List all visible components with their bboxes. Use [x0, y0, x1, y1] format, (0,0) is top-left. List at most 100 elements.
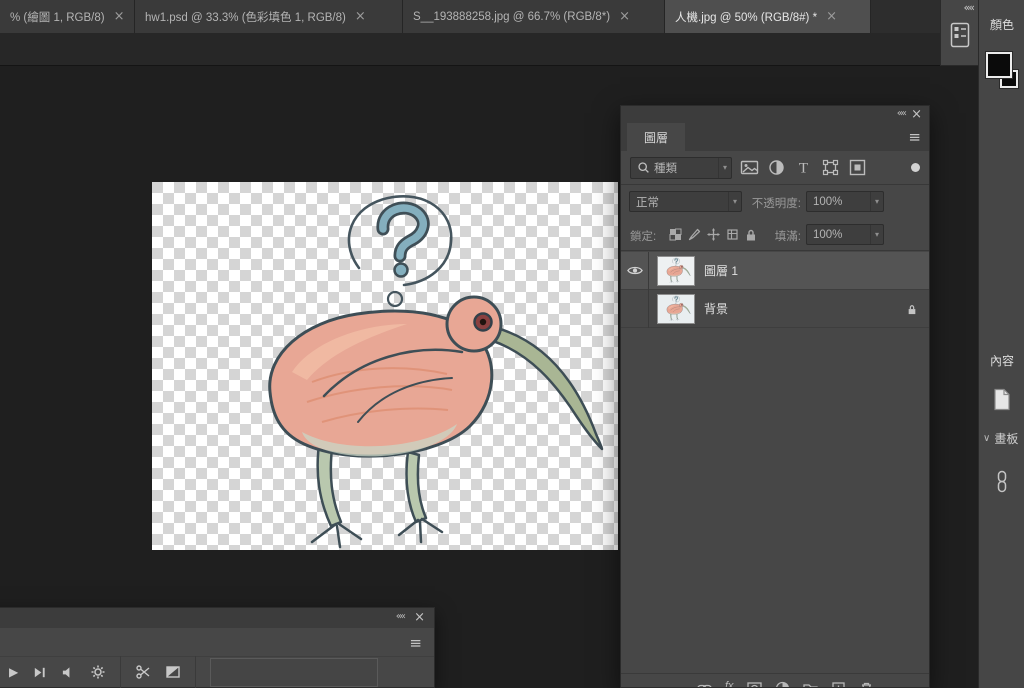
lock-pixels-icon[interactable]: [688, 228, 701, 241]
chevron-down-icon: ∨: [983, 433, 991, 444]
document-tab[interactable]: hw1.psd @ 33.3% (色彩填色 1, RGB/8) ×: [135, 0, 403, 33]
new-layer-icon[interactable]: [831, 681, 846, 688]
svg-text:T: T: [799, 161, 808, 177]
audio-icon[interactable]: [61, 665, 76, 680]
opacity-select[interactable]: 100% ▾: [806, 191, 884, 212]
layer-thumbnail[interactable]: [657, 293, 695, 324]
chevron-down-icon: ▾: [727, 192, 741, 211]
lock-buttons: [669, 228, 757, 242]
document-tab-bar: % (繪圖 1, RGB/8) × hw1.psd @ 33.3% (色彩填色 …: [0, 0, 940, 33]
close-tab-icon[interactable]: ×: [619, 10, 630, 23]
visibility-toggle[interactable]: [621, 251, 649, 290]
fill-label: 填滿:: [774, 231, 801, 243]
settings-gear-icon[interactable]: [90, 664, 106, 680]
chevron-down-icon: ▾: [869, 225, 883, 244]
scissors-icon[interactable]: [135, 664, 151, 680]
layers-bottom-toolbar: fx: [621, 673, 929, 688]
properties-panel-title[interactable]: 內容: [979, 352, 1024, 369]
collapsed-panel-icon[interactable]: [950, 22, 970, 48]
chevron-down-icon: ▾: [869, 192, 883, 211]
lock-row: 鎖定: 填滿: 100% ▾: [621, 219, 929, 251]
toolbar-divider: [120, 656, 122, 688]
close-panel-icon[interactable]: ×: [911, 107, 922, 122]
canvas-top-band: [0, 33, 940, 66]
new-group-icon[interactable]: [802, 681, 818, 688]
color-panel-title[interactable]: 顏色: [979, 16, 1024, 33]
collapse-panel-icon[interactable]: ««: [396, 611, 406, 622]
close-tab-icon[interactable]: ×: [826, 10, 837, 23]
lock-transparency-icon[interactable]: [669, 228, 682, 241]
frame-options-dropdown[interactable]: [210, 657, 379, 687]
timeline-toolbar: ▶: [0, 656, 434, 688]
opacity-label: 不透明度:: [751, 198, 801, 210]
tab-label: S__193888258.jpg @ 66.7% (RGB/8*): [413, 10, 611, 23]
document-tab[interactable]: % (繪圖 1, RGB/8) ×: [0, 0, 135, 33]
layer-row-background[interactable]: 背景: [621, 289, 929, 328]
photoshop-window: % (繪圖 1, RGB/8) × hw1.psd @ 33.3% (色彩填色 …: [0, 0, 1024, 688]
tab-label: % (繪圖 1, RGB/8): [10, 11, 105, 24]
fill-value: 100%: [813, 228, 843, 241]
layers-panel: «« × 圖層 ≡ 種類 ▾ T 正常 ▾ 不透明度: 100% ▾ 鎖定: 填…: [620, 105, 930, 688]
lock-position-icon[interactable]: [707, 228, 720, 241]
lock-all-icon[interactable]: [745, 228, 757, 242]
layer-name[interactable]: 背景: [704, 300, 728, 317]
opacity-value: 100%: [813, 195, 843, 208]
layer-thumbnail[interactable]: [657, 255, 695, 286]
collapse-panel-icon[interactable]: ««: [897, 108, 907, 119]
link-icon[interactable]: [995, 470, 1009, 493]
tab-label: hw1.psd @ 33.3% (色彩填色 1, RGB/8): [145, 11, 346, 24]
close-tab-icon[interactable]: ×: [355, 10, 366, 23]
delete-layer-icon[interactable]: [859, 681, 874, 688]
right-dock: 顏色 內容 ∨ 畫板: [978, 0, 1024, 688]
filter-kind-label: 種類: [654, 162, 677, 175]
transition-icon[interactable]: [165, 664, 181, 680]
filter-smart-objects-icon[interactable]: [848, 158, 867, 177]
layers-panel-titlebar: «« ×: [621, 106, 929, 123]
tab-layers[interactable]: 圖層: [627, 123, 685, 151]
collapsed-panel-dock: ««: [940, 0, 978, 66]
panel-menu-icon[interactable]: ≡: [908, 128, 921, 146]
search-icon: [638, 162, 649, 173]
filter-shape-layers-icon[interactable]: [821, 158, 840, 177]
timeline-titlebar: «« ×: [0, 608, 434, 628]
layer-style-icon[interactable]: fx: [725, 681, 734, 688]
artboard-label: 畫板: [994, 432, 1019, 446]
layer-mask-icon[interactable]: [746, 681, 762, 688]
filter-toggle-icon[interactable]: [911, 163, 920, 172]
filter-adjustment-layers-icon[interactable]: [767, 158, 786, 177]
filter-kind-select[interactable]: 種類 ▾: [630, 156, 732, 179]
document-tab-active[interactable]: 人機.jpg @ 50% (RGB/8#) * ×: [665, 0, 871, 33]
adjustment-layer-icon[interactable]: [775, 681, 790, 688]
document-canvas[interactable]: [152, 182, 618, 550]
eye-icon: [626, 266, 643, 275]
filter-type-layers-icon[interactable]: T: [794, 158, 813, 177]
document-tab[interactable]: S__193888258.jpg @ 66.7% (RGB/8*) ×: [403, 0, 665, 33]
blend-mode-select[interactable]: 正常 ▾: [629, 191, 742, 212]
link-layers-icon[interactable]: [697, 681, 712, 688]
expand-dock-icon[interactable]: ««: [964, 1, 976, 14]
kiwi-bird-drawing: [152, 182, 618, 550]
chevron-down-icon: ▾: [717, 157, 731, 178]
tab-label: 人機.jpg @ 50% (RGB/8#) *: [675, 11, 818, 24]
timeline-panel: «« × ≡ ▶: [0, 607, 435, 688]
panel-menu-icon[interactable]: ≡: [409, 634, 422, 652]
properties-page-icon[interactable]: [993, 388, 1011, 411]
layer-list: 圖層 1 背景: [621, 251, 929, 328]
layer-filter-row: 種類 ▾ T: [621, 151, 929, 185]
layer-lock-icon: [908, 305, 916, 315]
next-frame-icon[interactable]: [32, 665, 47, 680]
play-icon[interactable]: ▶: [9, 666, 18, 678]
fill-select[interactable]: 100% ▾: [806, 224, 884, 245]
close-tab-icon[interactable]: ×: [114, 10, 125, 23]
blend-mode-row: 正常 ▾ 不透明度: 100% ▾: [621, 185, 929, 219]
artboard-section[interactable]: ∨ 畫板: [983, 430, 1024, 447]
filter-pixel-layers-icon[interactable]: [740, 158, 759, 177]
close-panel-icon[interactable]: ×: [414, 610, 425, 625]
layer-row-layer1[interactable]: 圖層 1: [621, 251, 929, 290]
lock-artboard-icon[interactable]: [726, 228, 739, 241]
blend-mode-value: 正常: [636, 196, 659, 209]
toolbar-divider: [195, 656, 197, 688]
layer-name[interactable]: 圖層 1: [704, 262, 738, 279]
visibility-toggle[interactable]: [621, 289, 649, 328]
foreground-color-swatch[interactable]: [986, 52, 1012, 78]
